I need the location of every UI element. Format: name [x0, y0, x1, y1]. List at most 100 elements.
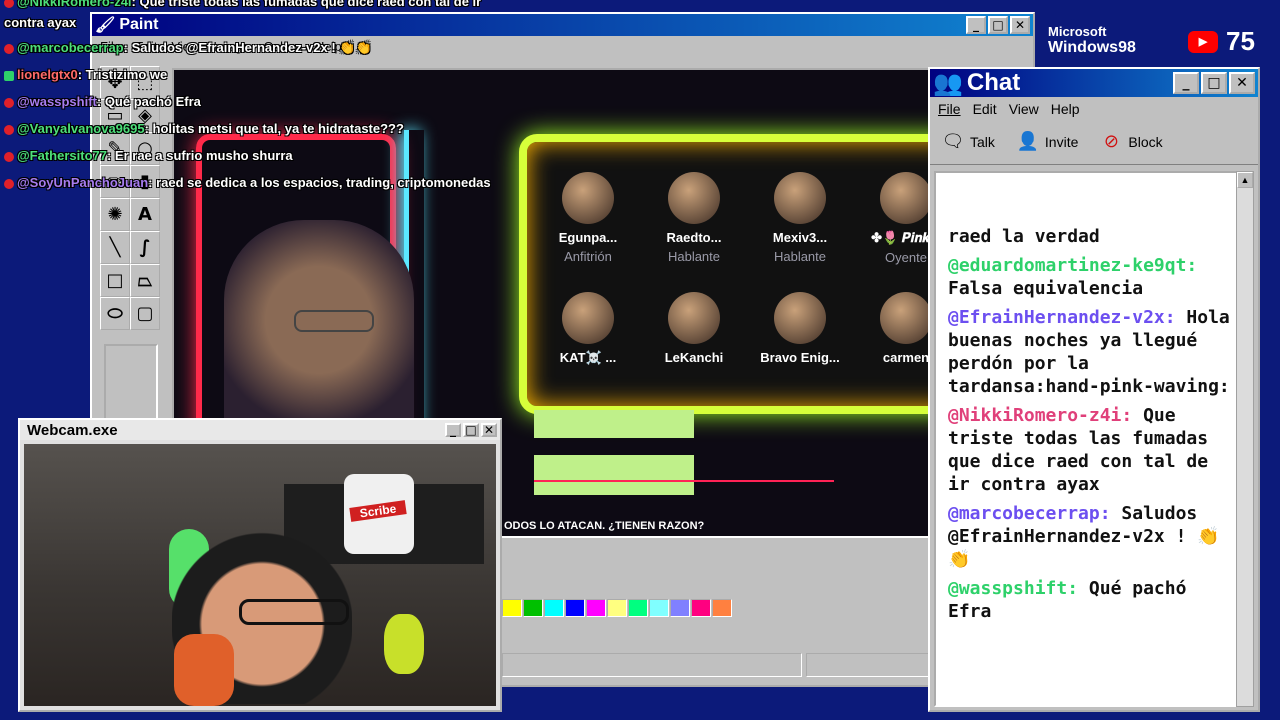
close-button[interactable]: ✕: [1010, 16, 1030, 34]
maximize-button[interactable]: □: [1201, 72, 1227, 94]
chat-username[interactable]: @wasspshift:: [948, 578, 1078, 599]
speaker-7[interactable]: Bravo Enig...: [745, 292, 855, 365]
invite-icon: 👤: [1016, 131, 1040, 151]
speaker-5[interactable]: KAT☠️ ...: [533, 292, 643, 366]
color-swatch[interactable]: [649, 599, 669, 617]
menu-edit[interactable]: Edit: [973, 101, 997, 117]
tool-options-box[interactable]: [104, 344, 158, 424]
chat-titlebar[interactable]: 👥 Chat _ □ ✕: [930, 69, 1258, 97]
chat-message: @marcobecerrap: Saludos @EfrainHernandez…: [948, 502, 1230, 571]
maximize-button[interactable]: □: [988, 16, 1008, 34]
chat-message: raed la verdad: [948, 225, 1230, 248]
paint-titlebar[interactable]: 🖌 Paint _ □ ✕: [92, 14, 1033, 36]
orange-hair: [174, 634, 234, 706]
speaker-1[interactable]: Egunpa... Anfitrión: [533, 172, 643, 264]
avatar: [668, 292, 720, 344]
avatar: [774, 172, 826, 224]
chat-username[interactable]: @EfrainHernandez-v2x:: [948, 307, 1176, 328]
overlay-username: @SoyUnPanchoJuan: [17, 175, 149, 190]
invite-button[interactable]: 👤 Invite: [1016, 131, 1079, 153]
overlay-message: : Que triste todas las fumadas que dice …: [131, 0, 482, 9]
menu-view[interactable]: View: [1009, 101, 1039, 117]
youtube-badge-icon: [4, 97, 14, 108]
scroll-up-icon[interactable]: ▲: [1237, 172, 1253, 188]
airbrush-tool-icon[interactable]: ✺: [100, 198, 130, 231]
overlay-chat-line: @NikkiRomero-z4i: Que triste todas las f…: [4, 0, 481, 9]
color-swatch[interactable]: [523, 599, 543, 617]
rounded-rect-tool-icon[interactable]: ▢: [130, 297, 160, 330]
avatar: [562, 172, 614, 224]
block-icon: ⊘: [1103, 131, 1119, 151]
polygon-tool-icon[interactable]: ⏢: [130, 264, 160, 297]
overlay-username: @NikkiRomero-z4i: [17, 0, 132, 9]
rectangle-tool-icon[interactable]: □: [100, 264, 130, 297]
chat-scrollbar[interactable]: ▲: [1236, 171, 1254, 707]
overlay-chat-line: @Vanyalvanova9695: holitas metsi que tal…: [4, 121, 404, 136]
close-button[interactable]: ✕: [1229, 72, 1255, 94]
speaker-name: Mexiv3...: [772, 230, 828, 245]
glasses-shape: [239, 599, 349, 625]
chat-title: Chat: [966, 69, 1021, 96]
webcam-titlebar[interactable]: Webcam.exe _ □ ✕: [20, 420, 500, 440]
webcam-title: Webcam.exe: [27, 421, 118, 439]
minimize-button[interactable]: _: [1173, 72, 1199, 94]
overlay-chat-line: @wasspshift: Qué pachó Efra: [4, 94, 201, 109]
speaker-role: Hablante: [773, 249, 827, 264]
speaker-role: Hablante: [667, 249, 721, 264]
menu-help[interactable]: Help: [1051, 101, 1080, 117]
speaker-2[interactable]: Raedto... Hablante: [639, 172, 749, 264]
chat-log[interactable]: raed la verdad @eduardomartinez-ke9qt: F…: [934, 171, 1242, 707]
speaker-name: Bravo Enig...: [760, 350, 840, 365]
maximize-button[interactable]: □: [463, 423, 479, 437]
overlay-username: @wasspshift: [17, 94, 97, 109]
windows98-logo: Microsoft Windows98: [1048, 24, 1136, 57]
chat-window: 👥 Chat _ □ ✕ File Edit View Help 🗨 Talk …: [928, 67, 1260, 712]
color-swatch[interactable]: [712, 599, 732, 617]
youtube-badge-icon: [4, 43, 14, 54]
overlay-chat-line: @marcobecerrap: Saludos @EfrainHernandez…: [4, 40, 372, 56]
video-progress-bar[interactable]: [534, 480, 834, 482]
color-swatch[interactable]: [544, 599, 564, 617]
ellipse-tool-icon[interactable]: ⬭: [100, 297, 130, 330]
color-swatch[interactable]: [586, 599, 606, 617]
overlay-username: @marcobecerrap: [17, 40, 124, 55]
curve-tool-icon[interactable]: ∫: [130, 231, 160, 264]
color-swatch[interactable]: [628, 599, 648, 617]
minimize-button[interactable]: _: [445, 423, 461, 437]
paint-toolbox: ✥ ⬚ ▭ ◈ ✎ ○ ✏ ▮ ✺ A ╲ ∫ □ ⏢ ⬭ ▢: [100, 66, 160, 366]
chat-username[interactable]: @marcobecerrap:: [948, 503, 1111, 524]
chat-toolbar: 🗨 Talk 👤 Invite ⊘ Block: [930, 119, 1258, 165]
talk-button[interactable]: 🗨 Talk: [942, 131, 995, 153]
block-button[interactable]: ⊘ Block: [1100, 131, 1163, 153]
windows-label: Windows98: [1048, 39, 1136, 56]
menu-file[interactable]: File: [938, 101, 961, 117]
color-palette: [502, 599, 732, 617]
color-swatch[interactable]: [670, 599, 690, 617]
color-swatch[interactable]: [607, 599, 627, 617]
avatar: [880, 292, 932, 344]
invite-label: Invite: [1044, 133, 1079, 150]
youtube-icon: ▶: [1188, 30, 1218, 53]
speaker-name: KAT☠️ ...: [559, 350, 617, 365]
green-figurine: [384, 614, 424, 674]
overlay-message: : raed se dedica a los espacios, trading…: [148, 175, 491, 190]
video-title: ODOS LO ATACAN. ¿TIENEN RAZON?: [504, 520, 705, 532]
color-swatch[interactable]: [565, 599, 585, 617]
speaker-name: Egunpa...: [558, 230, 618, 245]
minimize-button[interactable]: _: [966, 16, 986, 34]
avatar: [774, 292, 826, 344]
text-tool-icon[interactable]: A: [130, 198, 160, 231]
chat-username[interactable]: @eduardomartinez-ke9qt:: [948, 255, 1197, 276]
close-button[interactable]: ✕: [481, 423, 497, 437]
microsoft-label: Microsoft: [1048, 24, 1107, 39]
speaker-6[interactable]: LeKanchi: [639, 292, 749, 365]
youtube-badge-icon: [4, 178, 14, 189]
chat-message: @NikkiRomero-z4i: Que triste todas las f…: [948, 404, 1230, 496]
speaker-3[interactable]: Mexiv3... Hablante: [745, 172, 855, 264]
overlay-chat-line-continuation: contra ayax: [4, 15, 77, 30]
line-tool-icon[interactable]: ╲: [100, 231, 130, 264]
color-swatch[interactable]: [502, 599, 522, 617]
color-swatch[interactable]: [691, 599, 711, 617]
chat-username[interactable]: @NikkiRomero-z4i:: [948, 405, 1132, 426]
overlay-username: lionelgtx0: [17, 67, 78, 82]
